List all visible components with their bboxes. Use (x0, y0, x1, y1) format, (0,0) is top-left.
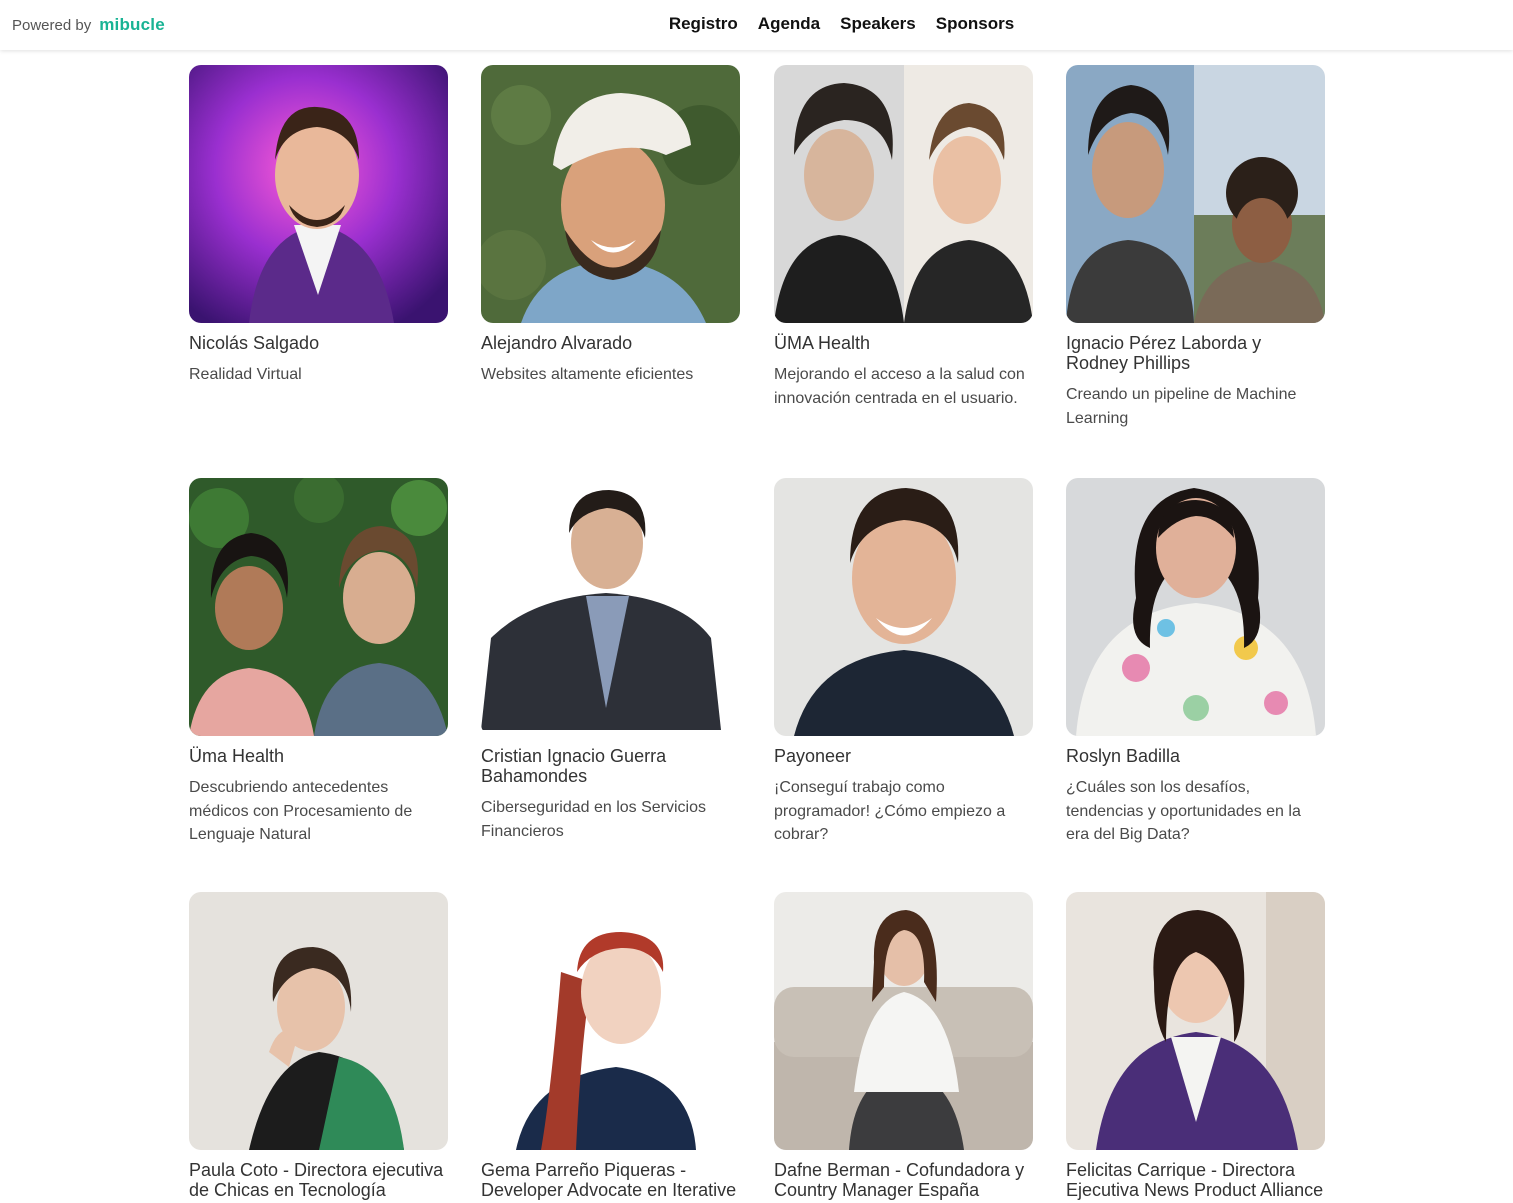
speaker-name: Roslyn Badilla (1066, 746, 1181, 766)
speaker-name: Payoneer (774, 746, 852, 766)
top-bar: Powered by mibucle Registro Agenda Speak… (0, 0, 1513, 50)
talk-title: Realidad Virtual (189, 366, 302, 383)
talk-title: Mejorando el acceso a la salud con innov… (774, 366, 1025, 407)
speaker-card[interactable]: Üma Health Descubriendo antecedentes méd… (189, 478, 448, 847)
speaker-photo[interactable] (189, 478, 448, 736)
talk-title: Creando un pipeline de Machine Learning (1066, 386, 1297, 427)
speaker-photo[interactable] (481, 478, 740, 736)
speaker-card[interactable]: Cristian Ignacio Guerra Bahamondes Ciber… (481, 478, 740, 843)
speaker-photo[interactable] (189, 65, 448, 323)
speaker-name: Alejandro Alvarado (481, 333, 633, 353)
speaker-card[interactable]: Felicitas Carrique - Directora Ejecutiva… (1066, 892, 1325, 1203)
talk-title: ¿Cuáles son los desafíos, tendencias y o… (1066, 779, 1301, 843)
speaker-name: Üma Health (189, 746, 285, 766)
speaker-photo[interactable] (774, 478, 1033, 736)
nav-speakers[interactable]: Speakers (840, 14, 916, 34)
nav-registro[interactable]: Registro (669, 14, 738, 34)
speaker-name: Paula Coto - Directora ejecutiva de Chic… (189, 1160, 444, 1200)
speaker-card[interactable]: Ignacio Pérez Laborda y Rodney Phillips … (1066, 65, 1325, 430)
speaker-card[interactable]: Paula Coto - Directora ejecutiva de Chic… (189, 892, 448, 1203)
speaker-photo[interactable] (774, 65, 1033, 323)
speaker-photo[interactable] (774, 892, 1033, 1150)
speaker-card[interactable]: ÜMA Health Mejorando el acceso a la salu… (774, 65, 1033, 410)
talk-title: ¡Conseguí trabajo como programador! ¿Cóm… (774, 779, 1006, 843)
speaker-card[interactable]: Roslyn Badilla ¿Cuáles son los desafíos,… (1066, 478, 1325, 847)
speaker-card[interactable]: Payoneer ¡Conseguí trabajo como programa… (774, 478, 1033, 847)
talk-title: Descubriendo antecedentes médicos con Pr… (189, 779, 413, 843)
speaker-card[interactable]: Gema Parreño Piqueras - Developer Advoca… (481, 892, 740, 1203)
speaker-name: Ignacio Pérez Laborda y Rodney Phillips (1066, 333, 1262, 373)
speaker-name: Cristian Ignacio Guerra Bahamondes (481, 746, 667, 786)
speaker-photo[interactable] (481, 65, 740, 323)
main-nav: Registro Agenda Speakers Sponsors (0, 14, 1513, 34)
speaker-name: Gema Parreño Piqueras - Developer Advoca… (481, 1160, 737, 1200)
talk-title: Websites altamente eficientes (481, 366, 694, 383)
speaker-name: Nicolás Salgado (189, 333, 320, 353)
speaker-photo[interactable] (1066, 892, 1325, 1150)
speaker-photo[interactable] (481, 892, 740, 1150)
speaker-name: Dafne Berman - Cofundadora y Country Man… (774, 1160, 1025, 1200)
speaker-photo[interactable] (1066, 478, 1325, 736)
speaker-card[interactable]: Nicolás Salgado Realidad Virtual (189, 65, 448, 387)
speaker-name: ÜMA Health (774, 333, 871, 353)
speaker-card[interactable]: Dafne Berman - Cofundadora y Country Man… (774, 892, 1033, 1203)
speaker-photo[interactable] (1066, 65, 1325, 323)
nav-sponsors[interactable]: Sponsors (936, 14, 1014, 34)
speaker-name: Felicitas Carrique - Directora Ejecutiva… (1066, 1160, 1324, 1200)
speaker-photo[interactable] (189, 892, 448, 1150)
speaker-card[interactable]: Alejandro Alvarado Websites altamente ef… (481, 65, 740, 387)
talk-title: Ciberseguridad en los Servicios Financie… (481, 799, 706, 840)
nav-agenda[interactable]: Agenda (758, 14, 820, 34)
